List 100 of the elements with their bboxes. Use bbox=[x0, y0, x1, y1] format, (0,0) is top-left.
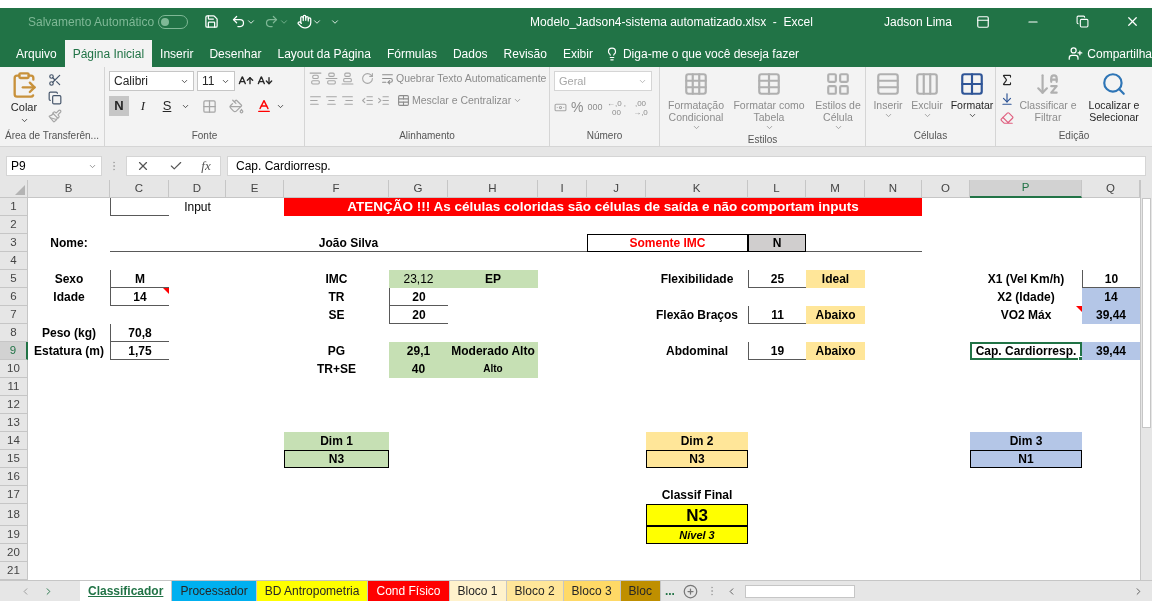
align-left-icon[interactable] bbox=[309, 94, 322, 108]
row-header[interactable]: 6 bbox=[0, 288, 28, 306]
horizontal-scrollbar[interactable] bbox=[744, 584, 855, 598]
row-header[interactable]: 2 bbox=[0, 216, 28, 234]
sheet-cell[interactable]: ATENÇÃO !!! As células coloridas são células de saída e não comportam inputs bbox=[284, 198, 922, 216]
column-header[interactable]: F bbox=[284, 180, 389, 198]
sheet-cell[interactable]: EP bbox=[448, 270, 538, 288]
column-header[interactable]: C bbox=[110, 180, 169, 198]
sheet-cell[interactable]: IMC bbox=[284, 270, 389, 288]
sheet-cell[interactable]: X2 (Idade) bbox=[970, 288, 1082, 306]
sheet-tab[interactable]: Processador bbox=[172, 581, 257, 601]
sheet-cell[interactable]: Cap. Cardiorresp. bbox=[970, 342, 1082, 360]
ribbon-button[interactable]: Localizar e Selecionar bbox=[1082, 71, 1146, 125]
row-header[interactable]: 9 bbox=[0, 342, 28, 360]
sheet-cell[interactable]: Alto bbox=[448, 360, 538, 378]
save-icon[interactable] bbox=[204, 14, 220, 29]
autosum-icon[interactable] bbox=[1000, 73, 1014, 87]
font-size-field[interactable]: 11 bbox=[197, 71, 235, 91]
column-header[interactable]: L bbox=[748, 180, 806, 198]
sheet-cell[interactable]: 1,75 bbox=[110, 342, 169, 360]
sheet-tab[interactable]: Bloco 1 bbox=[449, 581, 507, 601]
row-header[interactable]: 21 bbox=[0, 562, 28, 580]
cut-icon[interactable] bbox=[48, 73, 62, 87]
sheet-cell[interactable]: 70,8 bbox=[110, 324, 169, 342]
close-icon[interactable] bbox=[1125, 14, 1140, 29]
sheet-cell[interactable]: 20 bbox=[389, 288, 448, 306]
borders-icon[interactable] bbox=[202, 98, 217, 114]
ribbon-tab[interactable]: Revisão bbox=[495, 40, 555, 67]
row-header[interactable]: 10 bbox=[0, 360, 28, 378]
ribbon-tab[interactable]: Página Inicial bbox=[64, 40, 153, 67]
ribbon-tab[interactable]: Exibir bbox=[554, 40, 601, 67]
sheet-tab[interactable]: Bloco 2 bbox=[506, 581, 564, 601]
insert-function-button[interactable]: fx bbox=[201, 156, 211, 176]
column-header[interactable]: G bbox=[389, 180, 448, 198]
orientation-icon[interactable] bbox=[361, 72, 374, 86]
row-header[interactable]: 11 bbox=[0, 378, 28, 396]
font-color-icon[interactable] bbox=[256, 98, 272, 114]
currency-icon[interactable] bbox=[554, 101, 567, 114]
sheet-cell[interactable]: M bbox=[110, 270, 169, 288]
sheet-cell[interactable]: Nome: bbox=[28, 234, 110, 252]
row-header[interactable]: 14 bbox=[0, 432, 28, 450]
align-middle-icon[interactable] bbox=[325, 72, 338, 86]
ribbon-tab[interactable]: Inserir bbox=[152, 40, 202, 67]
sheet-cell[interactable]: Somente IMC bbox=[587, 234, 748, 252]
sheet-cell[interactable]: Input bbox=[169, 198, 226, 216]
sheet-cell[interactable]: 29,1 bbox=[389, 342, 448, 360]
sheet-cell[interactable]: Flexibilidade bbox=[646, 270, 748, 288]
sheet-cell[interactable]: Sexo bbox=[28, 270, 110, 288]
new-sheet-icon[interactable] bbox=[682, 583, 698, 599]
ribbon-tab[interactable]: Arquivo bbox=[8, 40, 65, 67]
align-top-icon[interactable] bbox=[309, 72, 322, 86]
row-header[interactable]: 5 bbox=[0, 270, 28, 288]
font-style-button[interactable]: N bbox=[109, 96, 129, 116]
font-style-button[interactable]: S bbox=[157, 96, 177, 116]
column-header[interactable]: J bbox=[587, 180, 646, 198]
column-header[interactable]: B bbox=[28, 180, 110, 198]
sheet-cell[interactable]: Dim 1 bbox=[284, 432, 389, 450]
vertical-scrollbar[interactable] bbox=[1140, 180, 1152, 580]
column-header[interactable]: N bbox=[865, 180, 922, 198]
column-header[interactable]: E bbox=[226, 180, 284, 198]
sheet-cell[interactable]: 40 bbox=[389, 360, 448, 378]
sheet-tab[interactable]: Cond Físico bbox=[368, 581, 450, 601]
row-header[interactable]: 18 bbox=[0, 504, 28, 526]
column-header[interactable]: P bbox=[970, 180, 1082, 198]
sheet-cell[interactable]: Moderado Alto bbox=[448, 342, 538, 360]
copy-icon[interactable] bbox=[48, 91, 62, 105]
sheet-cell[interactable]: Ideal bbox=[806, 270, 865, 288]
sheet-cell[interactable]: 20 bbox=[389, 306, 448, 324]
sheet-cell[interactable]: N bbox=[748, 234, 806, 252]
paste-button[interactable]: Colar bbox=[4, 71, 44, 125]
sheet-tab[interactable]: Classificador bbox=[80, 581, 173, 601]
sheet-cell[interactable]: 39,44 bbox=[1082, 342, 1140, 360]
sheet-tab[interactable]: Bloc bbox=[620, 581, 661, 601]
row-header[interactable]: 19 bbox=[0, 526, 28, 544]
align-center-icon[interactable] bbox=[325, 94, 338, 108]
sheet-cell[interactable]: SE bbox=[284, 306, 389, 324]
sheet-cell[interactable]: 23,12 bbox=[389, 270, 448, 288]
sheet-cell[interactable]: Dim 3 bbox=[970, 432, 1082, 450]
column-header[interactable]: M bbox=[806, 180, 865, 198]
row-header[interactable]: 20 bbox=[0, 544, 28, 562]
eraser-icon[interactable] bbox=[1000, 111, 1014, 125]
enter-icon[interactable] bbox=[168, 159, 183, 173]
sheet-cell[interactable]: Estatura (m) bbox=[28, 342, 110, 360]
restore-icon[interactable] bbox=[1076, 15, 1089, 28]
column-header[interactable]: O bbox=[922, 180, 970, 198]
sheet-cell[interactable]: TR bbox=[284, 288, 389, 306]
more-sheets-label[interactable]: ... bbox=[660, 581, 679, 601]
column-header[interactable]: I bbox=[538, 180, 587, 198]
ribbon-button[interactable]: Formatar bbox=[948, 71, 996, 120]
row-header[interactable]: 12 bbox=[0, 396, 28, 414]
row-header[interactable]: 1 bbox=[0, 198, 28, 216]
sheet-cell[interactable]: Classif Final bbox=[646, 486, 748, 504]
row-header[interactable]: 15 bbox=[0, 450, 28, 468]
sheet-cell[interactable]: Peso (kg) bbox=[28, 324, 110, 342]
row-header[interactable]: 7 bbox=[0, 306, 28, 324]
input-cell[interactable] bbox=[110, 198, 169, 216]
sheet-cell[interactable]: TR+SE bbox=[284, 360, 389, 378]
sheet-cell[interactable]: Abdominal bbox=[646, 342, 748, 360]
undo-icon[interactable] bbox=[231, 14, 247, 29]
column-header[interactable]: K bbox=[646, 180, 748, 198]
